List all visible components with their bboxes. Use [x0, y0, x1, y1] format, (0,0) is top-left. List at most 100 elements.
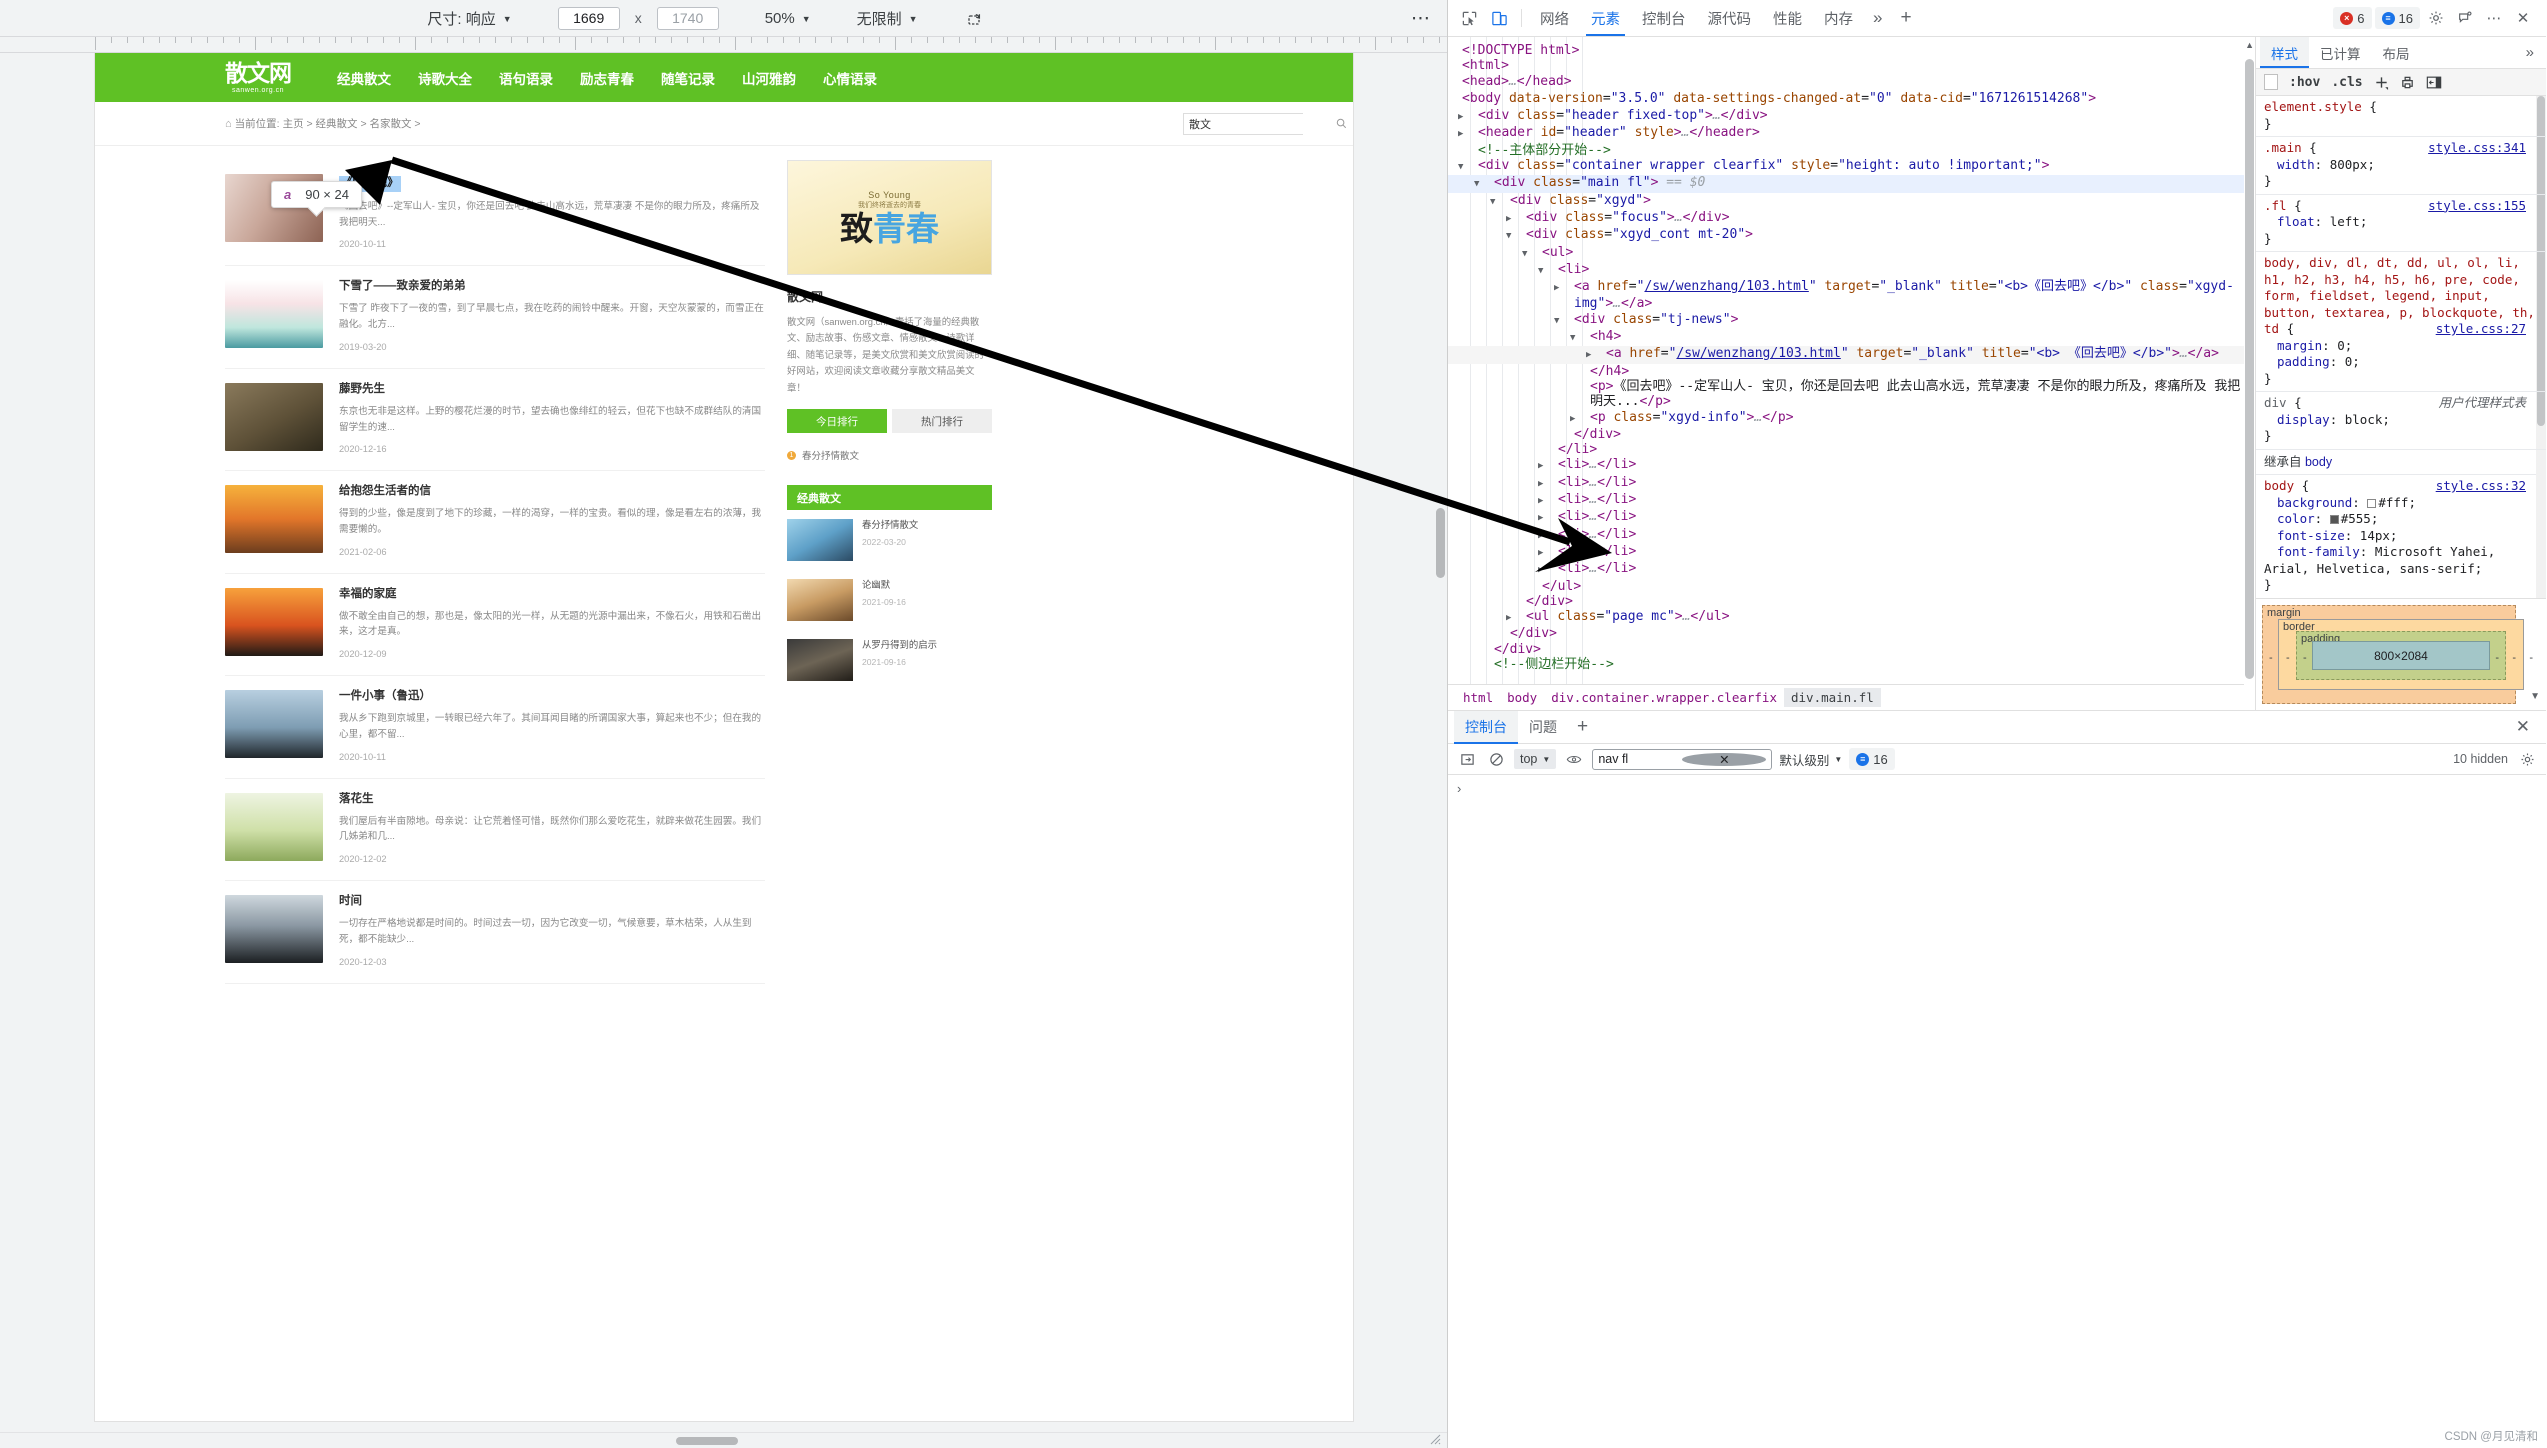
article-item[interactable]: 藤野先生 东京也无非是这样。上野的樱花烂漫的时节，望去确也像绯红的轻云，但花下也缺… [225, 369, 765, 472]
close-icon[interactable]: ✕ [2510, 5, 2536, 31]
css-value[interactable]: left [2330, 214, 2360, 229]
site-breadcrumb-item-2[interactable]: 名家散文 [370, 118, 412, 130]
viewport-width-input[interactable]: 1669 [557, 6, 620, 30]
dom-node-line[interactable]: <li>…</li> [1448, 475, 2255, 492]
dom-node-line[interactable]: <a href="/sw/wenzhang/103.html" target="… [1448, 346, 2255, 364]
article-title[interactable]: 下雪了——致亲爱的弟弟 [339, 280, 765, 294]
resize-corner-icon[interactable] [1429, 1433, 1441, 1445]
article-thumbnail[interactable] [225, 587, 323, 656]
chevron-down-icon[interactable]: ▼ [2530, 691, 2540, 702]
tab-today-rank[interactable]: 今日排行 [787, 409, 887, 434]
article-item[interactable]: 幸福的家庭 做不敢全由自己的想，那也是，像太阳的光一样，从无题的光源中漏出来，不像… [225, 574, 765, 677]
dom-node-line[interactable]: </div> [1448, 427, 2255, 442]
css-value[interactable]: 0 [2337, 338, 2345, 353]
clear-console-icon[interactable] [1485, 748, 1507, 770]
margin-right-value[interactable]: - [2529, 652, 2533, 664]
expand-toggle-icon[interactable] [1548, 264, 1558, 279]
css-value[interactable]: 14px [2360, 528, 2390, 543]
css-property[interactable]: font-size [2264, 528, 2345, 543]
dom-node-line[interactable]: ⋯<div class="main fl"> == $0 [1448, 175, 2255, 193]
nav-item-5[interactable]: 山河雅韵 [742, 72, 796, 87]
expand-toggle-icon[interactable] [1548, 529, 1558, 544]
dom-node-line[interactable]: <!--侧边栏开始--> [1448, 657, 2255, 672]
article-title[interactable]: 给抱怨生活者的信 [339, 485, 765, 499]
expand-toggle-icon[interactable] [1484, 177, 1494, 192]
home-icon[interactable]: ⌂ [225, 118, 232, 130]
dom-node-line[interactable]: <div class="header fixed-top">…</div> [1448, 108, 2255, 125]
nav-item-6[interactable]: 心情语录 [823, 72, 877, 87]
margin-left-value[interactable]: - [2269, 652, 2273, 664]
filter-styles-input[interactable] [2264, 74, 2278, 90]
scrollbar-thumb[interactable] [2245, 59, 2254, 679]
dom-tree-scrollbar[interactable]: ▲ [2244, 37, 2255, 710]
console-info-badge[interactable]: ≡ 16 [1849, 748, 1895, 770]
toggle-pseudo-states-button[interactable]: :hov [2289, 75, 2320, 90]
article-thumbnail[interactable] [225, 280, 323, 349]
dom-node-line[interactable]: <li>…</li> [1448, 457, 2255, 474]
console-level-selector[interactable]: 默认级别 ▼ [1779, 750, 1842, 769]
expand-toggle-icon[interactable] [1452, 76, 1462, 91]
devtools-tab-源代码[interactable]: 源代码 [1697, 0, 1763, 36]
dom-node-line[interactable]: <h4> [1448, 329, 2255, 346]
article-thumbnail[interactable] [225, 792, 323, 861]
dom-node-line[interactable]: <header id="header" style>…</header> [1448, 125, 2255, 142]
dom-node-line[interactable]: <div class="tj-news"> [1448, 312, 2255, 329]
css-rule[interactable]: element.style {} [2256, 96, 2546, 137]
inspect-element-icon[interactable] [1454, 5, 1484, 31]
color-swatch[interactable] [2329, 515, 2339, 524]
dom-node-line[interactable]: </div> [1448, 594, 2255, 609]
expand-toggle-icon[interactable] [1548, 459, 1558, 474]
chevron-down-icon[interactable]: ▼ [503, 14, 512, 24]
kebab-menu-icon[interactable]: ⋯ [2481, 5, 2507, 31]
article-item[interactable]: 落花生 我们屋后有半亩隙地。母亲说：让它荒着怪可惜，既然你们那么爱吃花生，就辟来做… [225, 779, 765, 882]
sidebar-rank-item[interactable]: 1 春分抒情散文 [787, 443, 992, 467]
article-title[interactable]: 时间 [339, 895, 765, 909]
add-drawer-tab-icon[interactable]: + [1568, 716, 1597, 738]
live-expression-icon[interactable] [1563, 748, 1585, 770]
article-title[interactable]: 藤野先生 [339, 383, 765, 397]
chevron-down-icon[interactable]: ▼ [909, 14, 918, 24]
expand-toggle-icon[interactable] [1564, 314, 1574, 329]
css-selector[interactable]: .main [2264, 140, 2302, 155]
css-source-link[interactable]: style.css:27 [2436, 321, 2526, 338]
zoom-level-label[interactable]: 50% [765, 10, 795, 27]
more-panels-chevron-icon[interactable]: » [2518, 44, 2542, 61]
expand-toggle-icon[interactable] [1468, 110, 1478, 125]
more-tabs-chevron-icon[interactable]: » [1864, 8, 1891, 28]
nav-item-3[interactable]: 励志青春 [580, 72, 634, 87]
css-source-link[interactable]: style.css:155 [2428, 198, 2526, 215]
styles-tab-已计算[interactable]: 已计算 [2309, 37, 2372, 68]
info-count-badge[interactable]: ≡ 16 [2374, 7, 2420, 29]
article-item[interactable]: 下雪了——致亲爱的弟弟 下雪了 昨夜下了一夜的雪，到了早晨七点，我在吃药的闹铃中醒… [225, 266, 765, 369]
css-rule[interactable]: body, div, dl, dt, dd, ul, ol, li, h1, h… [2256, 252, 2546, 392]
article-item[interactable]: 一件小事（鲁迅） 我从乡下跑到京城里，一转眼已经六年了。其间耳闻目睹的所谓国家大事… [225, 676, 765, 779]
site-search[interactable] [1183, 112, 1347, 135]
padding-right-value[interactable]: - [2495, 652, 2499, 664]
expand-toggle-icon[interactable] [1548, 494, 1558, 509]
dom-node-line[interactable]: <div class="xgyd_cont mt-20"> [1448, 227, 2255, 244]
css-property[interactable]: background [2264, 495, 2352, 510]
sidebar-article-row[interactable]: 从罗丹得到的启示 2021-09-16 [787, 630, 992, 690]
article-title[interactable]: 一件小事（鲁迅） [339, 690, 765, 704]
devtools-tab-网络[interactable]: 网络 [1529, 0, 1580, 36]
console-filter-input[interactable]: nav fl ✕ [1592, 748, 1773, 770]
devtools-tab-内存[interactable]: 内存 [1813, 0, 1864, 36]
scroll-up-icon[interactable]: ▲ [2245, 40, 2254, 50]
dom-breadcrumb-item[interactable]: div.main.fl [1784, 688, 1881, 707]
styles-tab-样式[interactable]: 样式 [2260, 37, 2309, 68]
css-value[interactable]: #555 [2341, 511, 2371, 526]
css-rule[interactable]: div {用户代理样式表 display: block;} [2256, 392, 2546, 450]
sidebar-article-row[interactable]: 论幽默 2021-09-16 [787, 570, 992, 630]
css-property[interactable]: margin [2264, 338, 2322, 353]
color-swatch[interactable] [2367, 498, 2377, 508]
sidebar-article-row[interactable]: 春分抒情散文 2022-03-20 [787, 510, 992, 570]
dom-node-line[interactable]: <li>…</li> [1448, 509, 2255, 526]
expand-toggle-icon[interactable] [1516, 229, 1526, 244]
dom-node-line[interactable]: <div class="xgyd"> [1448, 193, 2255, 210]
css-rules-list[interactable]: element.style {} .main {style.css:341 widt… [2256, 96, 2546, 598]
dom-node-line[interactable]: <head>…</head> [1448, 74, 2255, 91]
console-output[interactable]: › CSDN @月见清和 [1448, 775, 2546, 1448]
css-selector[interactable]: div [2264, 395, 2287, 410]
device-size-label[interactable]: 尺寸: 响应 [427, 8, 495, 29]
dom-breadcrumb-item[interactable]: body [1500, 688, 1544, 707]
